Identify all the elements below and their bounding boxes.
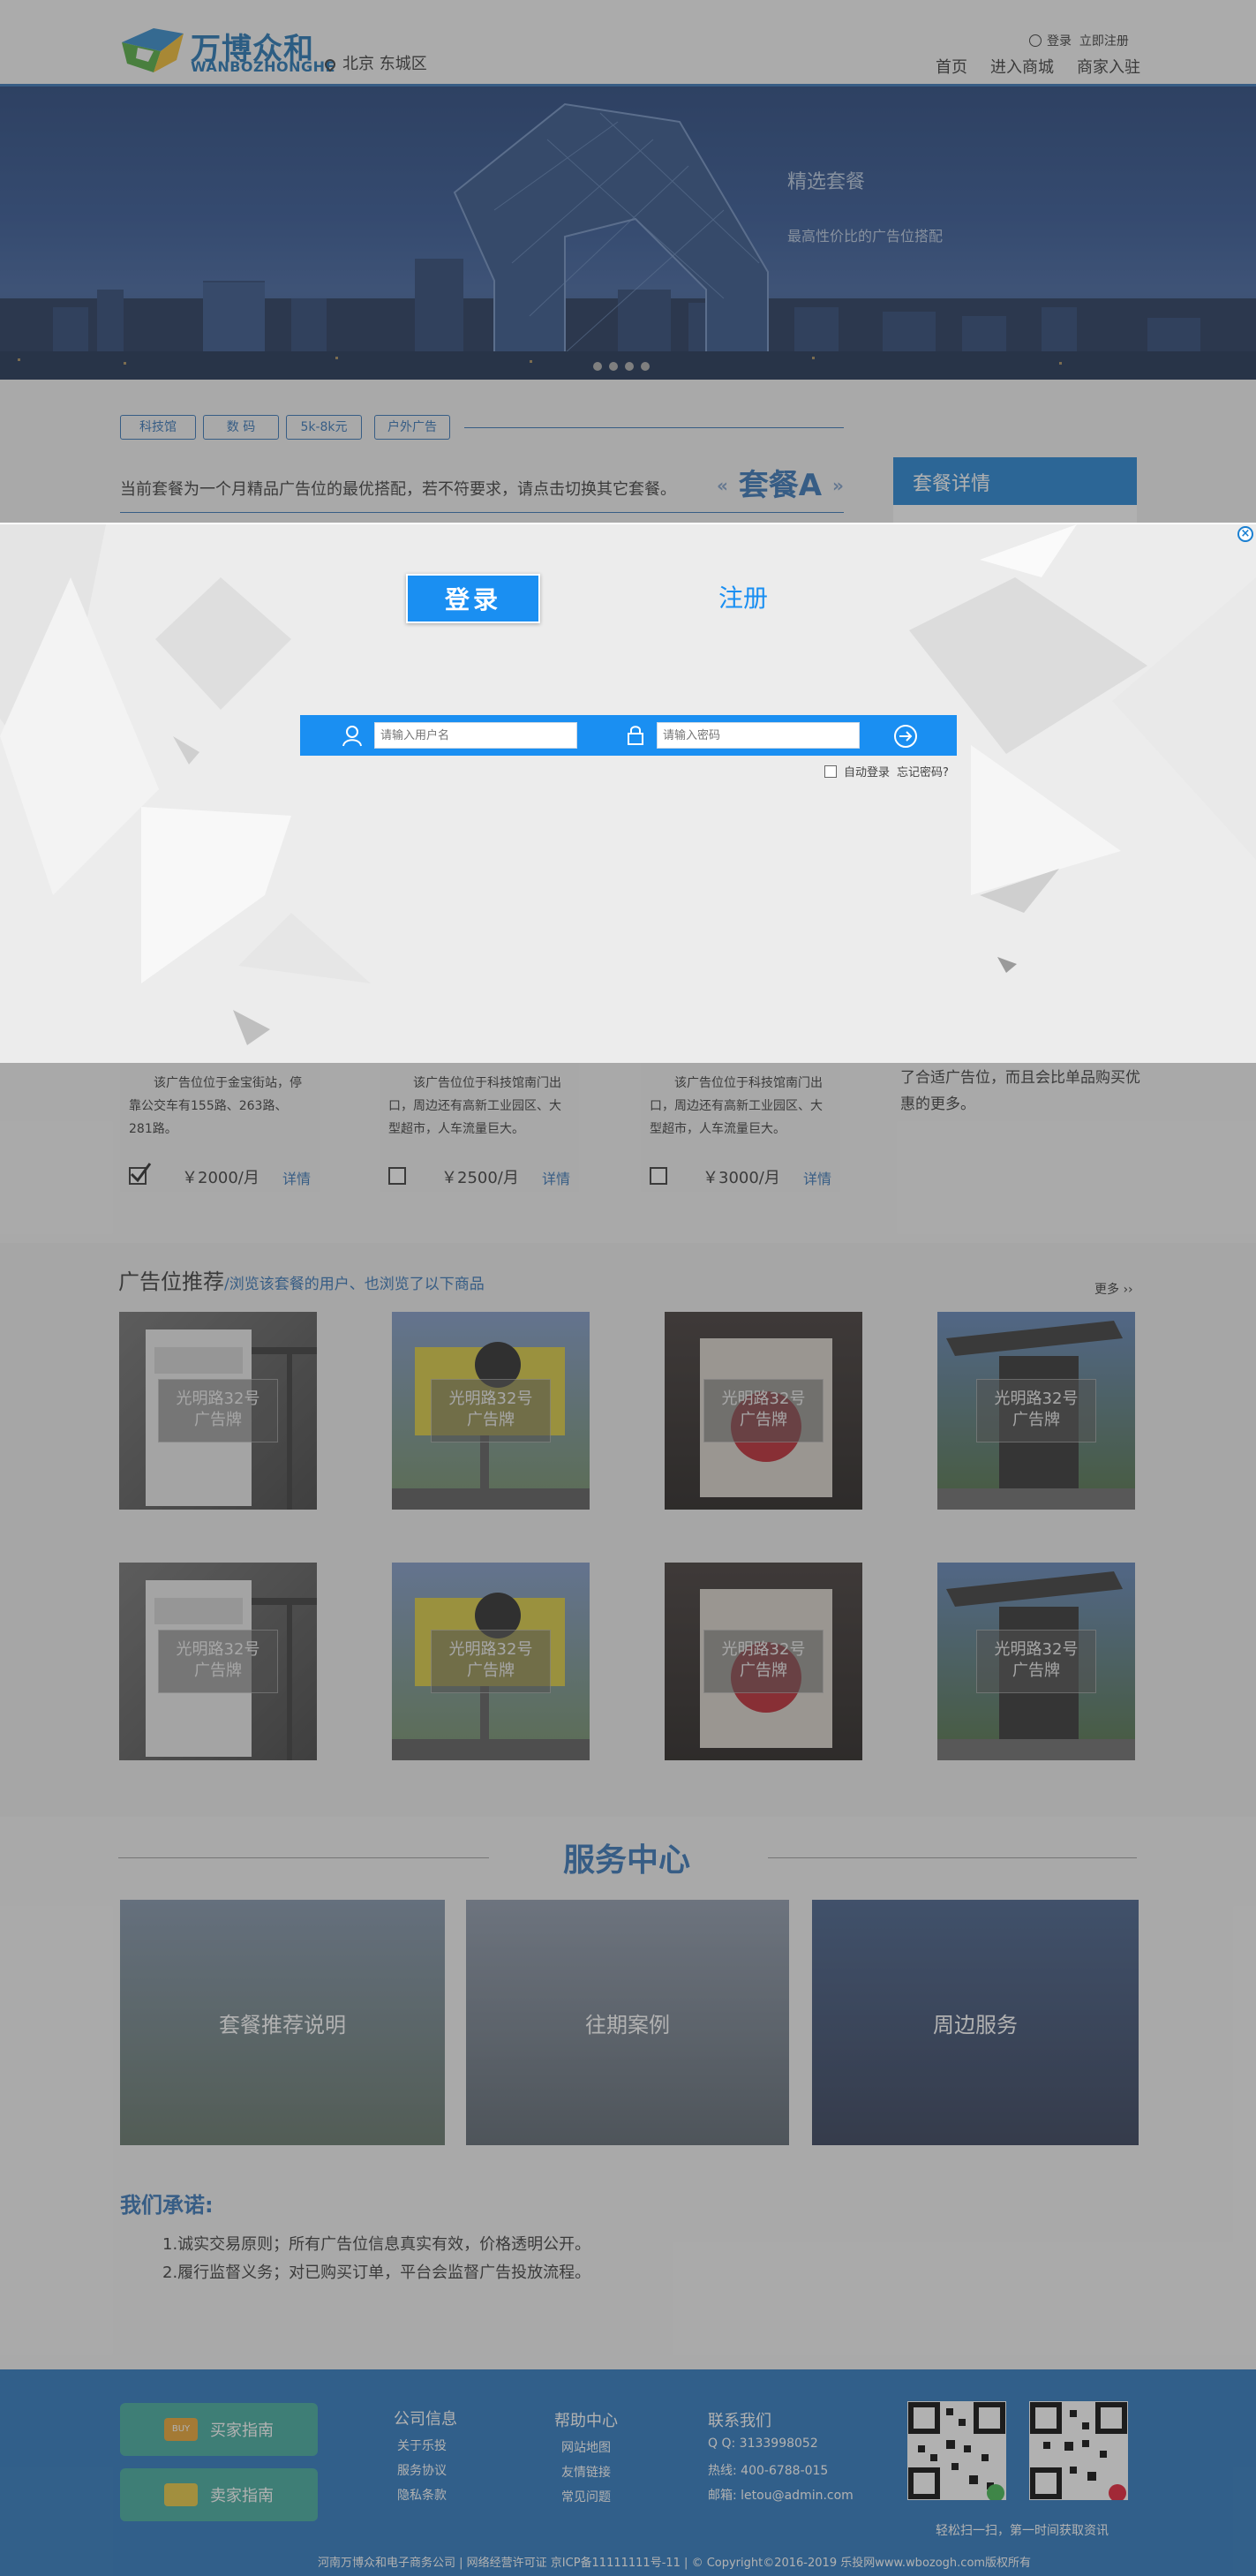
login-form <box>300 715 957 756</box>
username-input[interactable] <box>374 722 577 749</box>
lock-icon <box>628 726 643 745</box>
submit-arrow-icon[interactable] <box>893 724 918 749</box>
user-icon <box>342 726 362 747</box>
auto-login-label: 自动登录 <box>844 766 891 780</box>
forgot-password-link[interactable]: 忘记密码? <box>897 763 949 780</box>
login-modal <box>0 523 1256 1063</box>
tab-login[interactable]: 登录 <box>406 574 540 623</box>
modal-background-pattern <box>0 524 1256 1045</box>
auto-login-checkbox[interactable] <box>824 765 837 778</box>
tab-register[interactable]: 注册 <box>718 579 768 614</box>
close-icon[interactable]: × <box>1237 526 1253 542</box>
modal-backdrop[interactable] <box>0 0 1256 2576</box>
password-input[interactable] <box>657 722 860 749</box>
login-options: 自动登录 忘记密码? <box>824 763 949 780</box>
